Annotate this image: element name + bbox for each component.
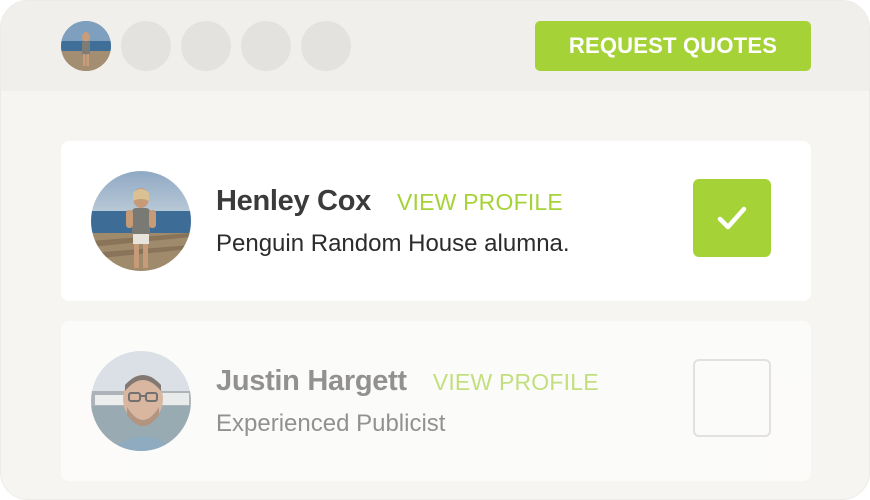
beach-photo-thumbnail xyxy=(61,21,111,71)
empty-avatar-slot xyxy=(301,21,351,71)
select-checkbox[interactable] xyxy=(693,179,771,257)
candidate-card: Henley Cox VIEW PROFILE Penguin Random H… xyxy=(61,141,811,301)
checkmark-icon xyxy=(717,206,747,230)
beach-portrait-photo xyxy=(91,171,191,271)
candidate-name: Justin Hargett xyxy=(216,365,407,397)
candidate-name: Henley Cox xyxy=(216,185,371,217)
avatar xyxy=(91,171,191,271)
request-quotes-button[interactable]: REQUEST QUOTES xyxy=(535,21,811,71)
candidate-description: Experienced Publicist xyxy=(216,410,446,437)
candidate-description: Penguin Random House alumna. xyxy=(216,230,570,257)
harbor-portrait-photo xyxy=(91,351,191,451)
name-row: Henley Cox VIEW PROFILE xyxy=(216,185,563,218)
app-frame: REQUEST QUOTES Henley Cox VIEW PROFILE P… xyxy=(0,0,870,500)
selection-header: REQUEST QUOTES xyxy=(1,1,869,91)
candidate-card: Justin Hargett VIEW PROFILE Experienced … xyxy=(61,321,811,481)
empty-avatar-slot xyxy=(181,21,231,71)
view-profile-link[interactable]: VIEW PROFILE xyxy=(397,189,563,216)
name-row: Justin Hargett VIEW PROFILE xyxy=(216,365,599,398)
empty-avatar-slot xyxy=(121,21,171,71)
selected-avatar-henley-cox[interactable] xyxy=(61,21,111,71)
empty-avatar-slot xyxy=(241,21,291,71)
select-checkbox[interactable] xyxy=(693,359,771,437)
view-profile-link[interactable]: VIEW PROFILE xyxy=(433,369,599,396)
avatar xyxy=(91,351,191,451)
